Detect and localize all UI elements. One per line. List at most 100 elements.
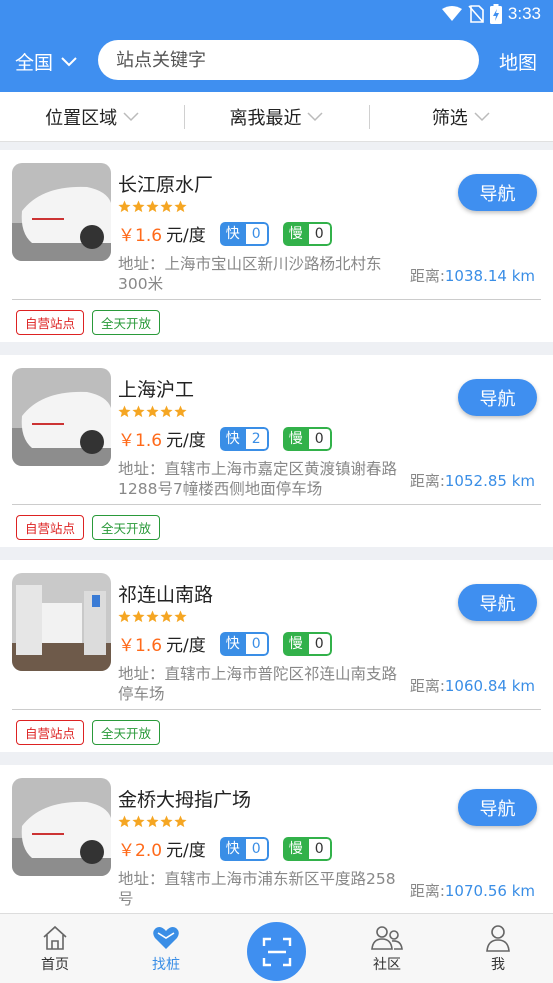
price-row: ￥1.6 元/度 快2 慢0 xyxy=(118,426,332,451)
star-icon xyxy=(160,815,173,828)
star-icon xyxy=(160,610,173,623)
filter-nearest-label: 离我最近 xyxy=(229,107,302,129)
rating-stars xyxy=(118,405,187,418)
filter-location-label: 位置区域 xyxy=(45,107,118,129)
home-icon xyxy=(43,925,67,950)
rating-stars xyxy=(118,200,187,213)
station-address: 地址：直辖市上海市浦东新区平度路258号 xyxy=(118,870,396,908)
fast-charger-count: 快0 xyxy=(219,631,269,656)
scan-icon xyxy=(262,937,291,966)
tag-self-operated: 自营站点 xyxy=(16,720,85,745)
station-distance: 距离:1070.56 km xyxy=(409,882,535,900)
slow-charger-count: 慢0 xyxy=(282,426,332,451)
station-name: 上海沪工 xyxy=(118,379,195,401)
status-time: 3:33 xyxy=(507,4,541,23)
star-icon xyxy=(132,610,145,623)
top-bar: 全国 地图 xyxy=(0,30,553,92)
price-row: ￥1.6 元/度 快0 慢0 xyxy=(118,221,332,246)
price: ￥1.6 xyxy=(118,431,163,451)
scan-button[interactable] xyxy=(247,922,306,981)
tab-profile[interactable]: 我 xyxy=(458,924,538,974)
tab-profile-label: 我 xyxy=(491,957,505,973)
star-icon xyxy=(146,405,159,418)
tag-self-operated: 自营站点 xyxy=(16,310,85,335)
map-button[interactable]: 地图 xyxy=(499,48,537,75)
station-card[interactable]: 长江原水厂 ￥1.6 元/度 快0 慢0 地址：上海市宝山区新川沙路杨北村东30… xyxy=(0,150,553,342)
tag-self-operated: 自营站点 xyxy=(16,515,85,540)
station-photo xyxy=(12,368,111,466)
station-card[interactable]: 上海沪工 ￥1.6 元/度 快2 慢0 地址：直辖市上海市嘉定区黄渡镇谢春路12… xyxy=(0,355,553,547)
tab-find-charger-label: 找桩 xyxy=(152,957,180,973)
star-icon xyxy=(174,815,187,828)
no-sim-icon xyxy=(468,5,484,23)
star-icon xyxy=(174,200,187,213)
navigate-button[interactable]: 导航 xyxy=(458,379,537,416)
status-icons: 3:33 xyxy=(441,4,541,24)
tab-find-charger[interactable]: 找桩 xyxy=(126,924,206,974)
filter-screen-label: 筛选 xyxy=(431,107,468,129)
star-icon xyxy=(174,610,187,623)
divider xyxy=(12,504,541,505)
tab-community[interactable]: 社区 xyxy=(347,924,427,974)
star-icon xyxy=(146,200,159,213)
station-name: 长江原水厂 xyxy=(118,174,214,196)
profile-icon xyxy=(486,925,510,952)
star-icon xyxy=(160,200,173,213)
star-icon xyxy=(174,405,187,418)
station-distance: 距离:1060.84 km xyxy=(409,677,535,695)
battery-charging-icon xyxy=(489,4,502,24)
station-distance: 距离:1052.85 km xyxy=(409,472,535,490)
chevron-down-icon xyxy=(123,111,139,121)
star-icon xyxy=(132,200,145,213)
price-unit: 元/度 xyxy=(166,431,206,451)
fast-charger-count: 快0 xyxy=(219,221,269,246)
bottom-nav: 首页 找桩 社区 我 xyxy=(0,913,553,983)
star-icon xyxy=(118,815,131,828)
navigate-button[interactable]: 导航 xyxy=(458,584,537,621)
slow-charger-count: 慢0 xyxy=(282,836,332,861)
slow-charger-count: 慢0 xyxy=(282,221,332,246)
navigate-button[interactable]: 导航 xyxy=(458,789,537,826)
filter-bar: 位置区域 离我最近 筛选 xyxy=(0,92,553,142)
wifi-icon xyxy=(441,6,462,21)
filter-location[interactable]: 位置区域 xyxy=(0,92,184,141)
star-icon xyxy=(118,405,131,418)
station-tags: 自营站点 全天开放 xyxy=(16,515,161,540)
filter-screen[interactable]: 筛选 xyxy=(368,92,553,141)
region-label: 全国 xyxy=(15,52,54,74)
navigate-button[interactable]: 导航 xyxy=(458,174,537,211)
search-input[interactable] xyxy=(98,40,479,80)
rating-stars xyxy=(118,815,187,828)
star-icon xyxy=(146,815,159,828)
chevron-down-icon xyxy=(61,56,77,66)
region-selector[interactable]: 全国 xyxy=(15,48,77,75)
price-unit: 元/度 xyxy=(166,636,206,656)
tag-open-24h: 全天开放 xyxy=(92,310,161,335)
station-name: 金桥大拇指广场 xyxy=(118,789,252,811)
chevron-down-icon xyxy=(474,111,490,121)
station-address: 地址：直辖市上海市嘉定区黄渡镇谢春路1288号7幢楼西侧地面停车场 xyxy=(118,460,398,498)
divider xyxy=(12,709,541,710)
rating-stars xyxy=(118,610,187,623)
community-icon xyxy=(371,926,403,950)
station-card[interactable]: 祁连山南路 ￥1.6 元/度 快0 慢0 地址：直辖市上海市普陀区祁连山南支路停… xyxy=(0,560,553,752)
star-icon xyxy=(160,405,173,418)
station-photo xyxy=(12,778,111,876)
price: ￥1.6 xyxy=(118,636,163,656)
star-icon xyxy=(132,815,145,828)
tab-home[interactable]: 首页 xyxy=(15,924,95,974)
filter-nearest[interactable]: 离我最近 xyxy=(184,92,368,141)
fast-charger-count: 快2 xyxy=(219,426,269,451)
station-tags: 自营站点 全天开放 xyxy=(16,720,161,745)
price-unit: 元/度 xyxy=(166,226,206,246)
status-bar: 3:33 xyxy=(0,0,553,30)
price: ￥2.0 xyxy=(118,841,163,861)
star-icon xyxy=(118,200,131,213)
chevron-down-icon xyxy=(307,111,324,121)
price-unit: 元/度 xyxy=(166,841,206,861)
price: ￥1.6 xyxy=(118,226,163,246)
tab-home-label: 首页 xyxy=(41,957,69,973)
station-address: 地址：直辖市上海市普陀区祁连山南支路停车场 xyxy=(118,665,398,703)
slow-charger-count: 慢0 xyxy=(282,631,332,656)
station-tags: 自营站点 全天开放 xyxy=(16,310,161,335)
